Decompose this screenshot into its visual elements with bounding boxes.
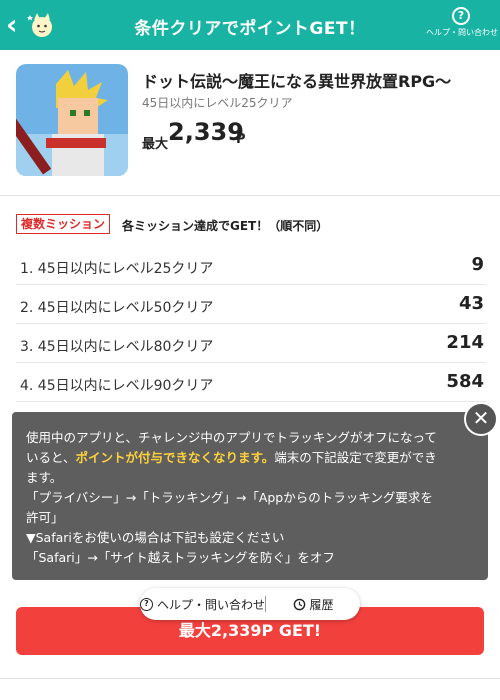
notice-line: いると、ポイントが付与できなくなります。端末の下記設定で変更ができ: [26, 448, 474, 468]
app-icon: [16, 64, 128, 176]
bottom-divider: [0, 678, 500, 679]
app-condition: 45日以内にレベル25クリア: [142, 96, 293, 110]
tracking-notice-overlay: 使用中のアプリと、チャレンジ中のアプリでトラッキングがオフになって いると、ポイ…: [12, 412, 488, 580]
help-label: ヘルプ・問い合わせ: [426, 28, 498, 37]
notice-line: ます。: [26, 470, 63, 485]
notice-highlight: ポイントが付与できなくなります。: [75, 450, 275, 465]
pill-history-label: 履歴: [309, 597, 334, 612]
mission-list: 1. 45日以内にレベル25クリア 9 2. 45日以内にレベル50クリア 43…: [16, 246, 486, 402]
mission-row: 1. 45日以内にレベル25クリア 9: [16, 246, 486, 285]
points-unit: P: [236, 132, 246, 147]
max-points: 2,339: [168, 118, 244, 146]
mission-points: 43: [458, 293, 484, 314]
mission-points: 9: [471, 254, 484, 275]
mission-points: 214: [446, 332, 484, 353]
pill-help-button[interactable]: ? ヘルプ・問い合わせ: [140, 596, 265, 613]
notice-line: 使用中のアプリと、チャレンジ中のアプリでトラッキングがオフになって: [26, 430, 437, 445]
missions-header: 複数ミッション 各ミッション達成でGET！（順不同）: [16, 212, 486, 236]
mission-row: 3. 45日以内にレベル80クリア 214: [16, 324, 486, 363]
mission-label: 3. 45日以内にレベル80クリア: [20, 339, 214, 355]
pill-help-label: ヘルプ・問い合わせ: [157, 597, 266, 612]
mission-row: 4. 45日以内にレベル90クリア 584: [16, 363, 486, 402]
multi-mission-badge: 複数ミッション: [16, 214, 111, 234]
notice-text: 端末の下記設定で変更ができ: [274, 450, 437, 465]
clock-history-icon: [293, 598, 305, 610]
notice-line: 許可」: [26, 510, 64, 525]
mission-row: 2. 45日以内にレベル50クリア 43: [16, 285, 486, 324]
mission-label: 4. 45日以内にレベル90クリア: [20, 378, 214, 394]
missions-description: 各ミッション達成でGET！（順不同）: [122, 219, 329, 233]
mission-label: 2. 45日以内にレベル50クリア: [20, 300, 214, 316]
app-name: ドット伝説〜魔王になる異世界放置RPG〜: [142, 72, 452, 91]
mission-label: 1. 45日以内にレベル25クリア: [20, 261, 214, 277]
help-history-pill: ? ヘルプ・問い合わせ 履歴: [140, 588, 360, 620]
notice-text: いると、: [26, 450, 76, 465]
app-card: ドット伝説〜魔王になる異世界放置RPG〜 45日以内にレベル25クリア 最大 2…: [0, 50, 500, 196]
mission-points: 584: [446, 371, 484, 392]
header-bar: ‹ 条件クリアでポイントGET！ ? ヘルプ・問い合わせ: [0, 0, 500, 50]
help-button[interactable]: ? ヘルプ・問い合わせ: [426, 4, 498, 46]
notice-line: 「Safari」→「サイト越えトラッキングを防ぐ」をオフ: [26, 550, 335, 565]
close-icon[interactable]: ✕: [464, 402, 498, 436]
notice-line: 「プライバシー」→「トラッキング」→「Appからのトラッキング要求を: [26, 490, 433, 505]
page-title: 条件クリアでポイントGET！: [134, 19, 366, 39]
max-label: 最大: [142, 137, 169, 152]
notice-line: ▼Safariをお使いの場合は下記も設定ください: [26, 530, 285, 545]
pill-history-button[interactable]: 履歴: [266, 596, 360, 613]
question-circle-icon: ?: [452, 7, 470, 25]
question-circle-icon: ?: [140, 597, 153, 611]
